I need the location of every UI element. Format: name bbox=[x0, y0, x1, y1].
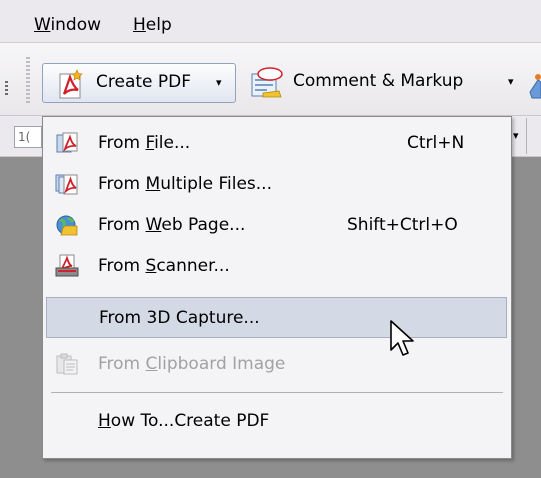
label-rest: canner... bbox=[156, 256, 230, 276]
menu-item-label: From Scanner... bbox=[98, 256, 230, 276]
menu-item-from-file[interactable]: From File... Ctrl+N bbox=[46, 123, 507, 164]
menu-window-mnemonic: W bbox=[34, 15, 51, 35]
toolbar-overflow-handle[interactable] bbox=[5, 81, 8, 95]
label-rest: eb Page... bbox=[161, 215, 246, 235]
menu-item-label: From Clipboard Image bbox=[98, 354, 285, 374]
chevron-down-icon[interactable]: ▾ bbox=[513, 129, 519, 142]
shortcut-label: Ctrl+N bbox=[407, 133, 465, 153]
menu-help-label: elp bbox=[145, 15, 172, 35]
menu-item-from-scanner[interactable]: From Scanner... bbox=[46, 246, 507, 287]
label-prefix: From bbox=[98, 256, 146, 276]
menu-item-from-clipboard-image[interactable]: From Clipboard Image bbox=[46, 344, 507, 385]
pdf-web-page-icon bbox=[56, 215, 78, 236]
toolbar: Create PDF ▾ Comment & Markup ▾ bbox=[0, 43, 541, 116]
create-pdf-menu: From File... Ctrl+N From Multiple Files.… bbox=[42, 116, 512, 459]
pdf-from-file-icon bbox=[56, 132, 78, 153]
menu-item-label: From Multiple Files... bbox=[98, 174, 272, 194]
tool-icon[interactable] bbox=[528, 68, 541, 100]
label-mnemonic: C bbox=[145, 354, 158, 374]
menu-window[interactable]: Window bbox=[34, 15, 101, 35]
label-mnemonic: W bbox=[145, 215, 162, 235]
menu-item-label: From 3D Capture... bbox=[99, 308, 260, 328]
comment-markup-button[interactable]: Comment & Markup ▾ bbox=[243, 63, 526, 103]
comment-markup-label: Comment & Markup bbox=[293, 71, 464, 91]
label-rest: ultiple Files... bbox=[160, 174, 272, 194]
label-prefix: From bbox=[98, 174, 146, 194]
menu-help[interactable]: Help bbox=[133, 15, 172, 35]
label-prefix: From bbox=[98, 133, 146, 153]
label-mnemonic: M bbox=[145, 174, 161, 194]
menu-item-label: How To...Create PDF bbox=[98, 411, 269, 431]
menu-window-label: indow bbox=[50, 15, 102, 35]
label-prefix: From bbox=[98, 354, 146, 374]
pdf-multiple-files-icon bbox=[55, 174, 78, 195]
create-pdf-label: Create PDF bbox=[96, 72, 192, 92]
label-mnemonic: H bbox=[98, 411, 111, 431]
mouse-pointer-icon bbox=[390, 320, 414, 356]
create-pdf-button[interactable]: Create PDF ▾ bbox=[42, 63, 236, 103]
menu-bar: Window Help bbox=[0, 0, 541, 43]
chevron-down-icon: ▾ bbox=[508, 75, 514, 88]
label-mnemonic: F bbox=[145, 133, 155, 153]
toolbar-separator bbox=[526, 118, 527, 154]
label-mnemonic: S bbox=[145, 256, 157, 276]
create-pdf-icon bbox=[59, 69, 83, 99]
menu-item-label: From Web Page... bbox=[98, 215, 245, 235]
pdf-scanner-icon bbox=[55, 254, 79, 277]
label-prefix: From bbox=[98, 215, 146, 235]
comment-markup-icon bbox=[251, 67, 283, 98]
chevron-down-icon: ▾ bbox=[216, 76, 222, 89]
label-text: From 3D Capture... bbox=[99, 308, 260, 328]
toolbar-grip[interactable] bbox=[26, 57, 30, 103]
zoom-field[interactable]: 1( bbox=[14, 126, 42, 148]
label-rest: ow To...Create PDF bbox=[110, 411, 270, 431]
menu-help-mnemonic: H bbox=[133, 15, 146, 35]
menu-item-from-multiple-files[interactable]: From Multiple Files... bbox=[46, 164, 507, 205]
label-rest: ile... bbox=[154, 133, 191, 153]
menu-item-from-3d-capture[interactable]: From 3D Capture... bbox=[46, 297, 507, 338]
menu-item-label: From File... bbox=[98, 133, 190, 153]
label-rest: lipboard Image bbox=[157, 354, 286, 374]
pdf-clipboard-icon bbox=[56, 353, 78, 375]
shortcut-label: Shift+Ctrl+O bbox=[347, 215, 458, 235]
menu-item-from-web-page[interactable]: From Web Page... Shift+Ctrl+O bbox=[46, 205, 507, 246]
menu-item-how-to-create-pdf[interactable]: How To...Create PDF bbox=[46, 401, 507, 442]
menu-separator bbox=[51, 392, 503, 393]
